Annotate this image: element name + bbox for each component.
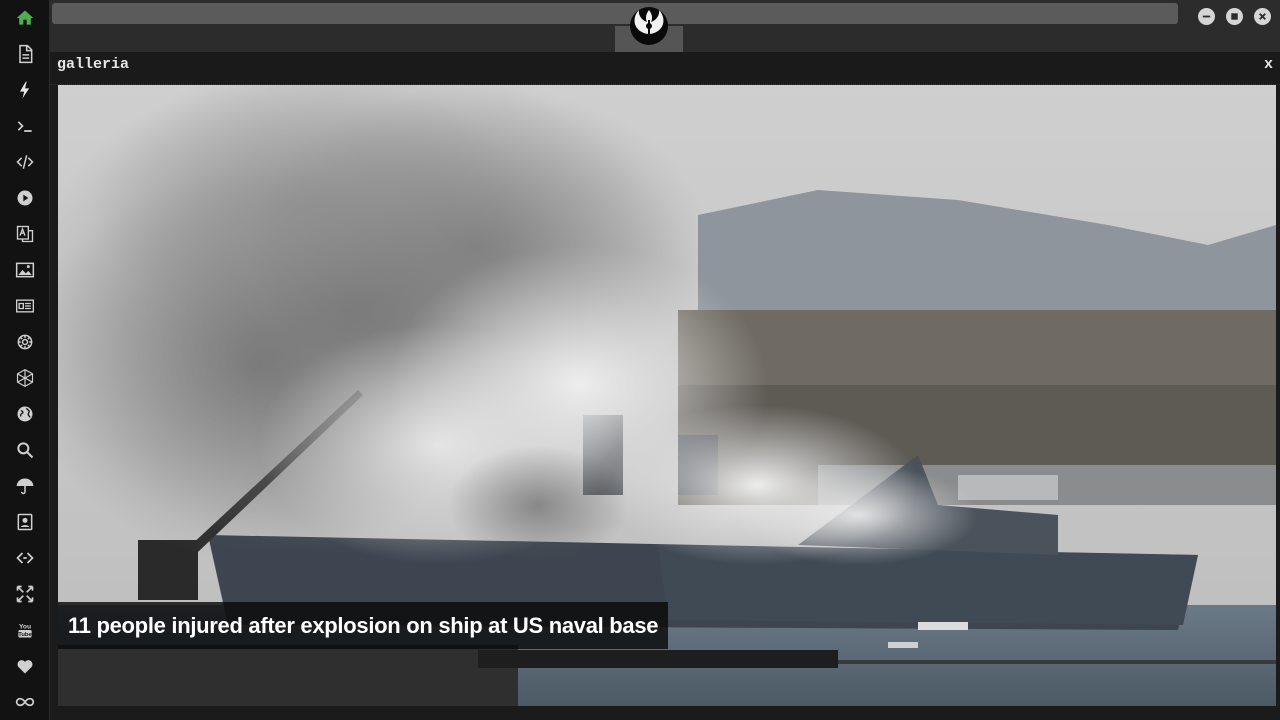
panel-header: galleria x (50, 52, 1280, 85)
youtube-icon[interactable]: You Tube (13, 618, 37, 642)
photo-caption: 11 people injured after explosion on shi… (58, 602, 669, 649)
svg-text:You: You (19, 623, 31, 630)
address-bar[interactable] (52, 3, 1178, 24)
panel-title: galleria (57, 56, 130, 73)
close-window-button[interactable] (1254, 8, 1271, 25)
heart-icon[interactable] (13, 654, 37, 678)
search-icon[interactable] (13, 438, 37, 462)
terminal-icon[interactable] (13, 114, 37, 138)
settings-gear-icon[interactable] (13, 330, 37, 354)
infinity-icon[interactable] (13, 690, 37, 714)
minimize-button[interactable] (1198, 8, 1215, 25)
document-icon[interactable] (13, 42, 37, 66)
sidebar: You Tube (0, 0, 50, 720)
svg-text:Tube: Tube (18, 632, 32, 638)
maximize-button[interactable] (1226, 8, 1243, 25)
expand-icon[interactable] (13, 582, 37, 606)
embed-icon[interactable] (13, 546, 37, 570)
play-icon[interactable] (13, 186, 37, 210)
code-icon[interactable] (13, 150, 37, 174)
newspaper-icon[interactable] (13, 294, 37, 318)
panel-close-button[interactable]: x (1264, 56, 1273, 73)
lightning-icon[interactable] (13, 78, 37, 102)
image-icon[interactable] (13, 258, 37, 282)
translate-icon[interactable] (13, 222, 37, 246)
contact-card-icon[interactable] (13, 510, 37, 534)
globe-icon[interactable] (13, 402, 37, 426)
rebel-alliance-logo (629, 6, 669, 46)
umbrella-icon[interactable] (13, 474, 37, 498)
home-icon[interactable] (13, 6, 37, 30)
title-bar (50, 0, 1280, 52)
network-icon[interactable] (13, 366, 37, 390)
